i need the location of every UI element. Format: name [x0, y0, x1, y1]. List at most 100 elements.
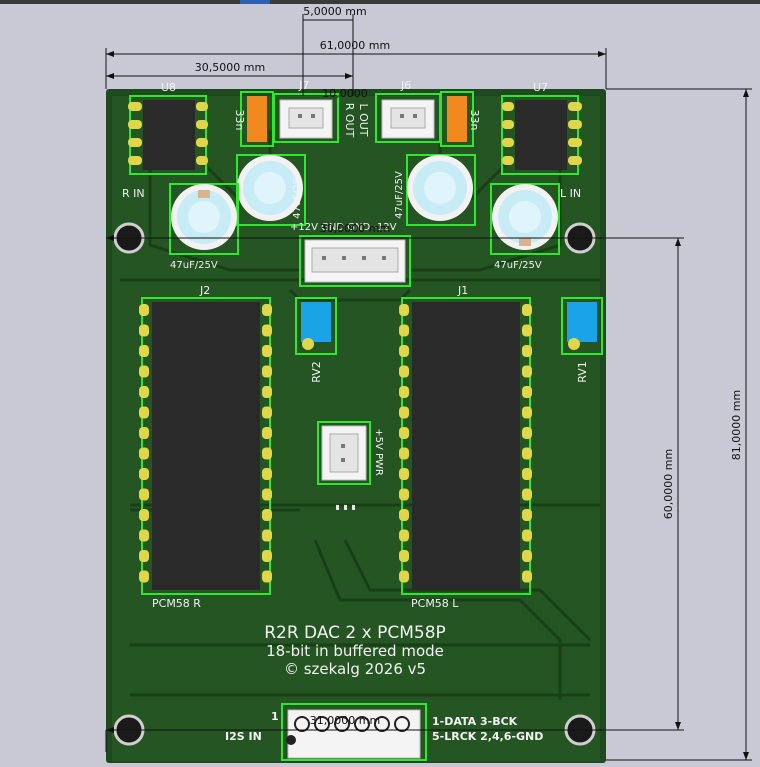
- label-l-in: L IN: [560, 187, 581, 200]
- board-subtitle: 18-bit in buffered mode: [266, 642, 444, 660]
- ic-pin: [522, 324, 532, 337]
- label-u7: U7: [533, 81, 548, 94]
- dimension-30mm: 30,0000 mm: [320, 222, 390, 235]
- ic-pin: [139, 345, 149, 357]
- ic-pin: [139, 570, 149, 583]
- dimension-5mm: 5,0000 mm: [303, 5, 366, 18]
- label-i2s-in: I2S IN: [225, 730, 262, 743]
- connector-i2s[interactable]: [281, 703, 427, 761]
- dimension-10mm: 10,0000: [322, 87, 368, 100]
- ic-pin: [262, 345, 272, 357]
- label-u8: U8: [161, 81, 176, 94]
- ic-j1-pcm58[interactable]: [399, 297, 532, 595]
- label-pin1: 1: [271, 710, 279, 723]
- dimension-60mm: 60,0000 mm: [662, 449, 675, 519]
- ic-pin: [262, 447, 272, 460]
- ic-pin: [139, 406, 149, 419]
- ic-pin: [399, 406, 409, 419]
- ic-pin: [399, 365, 409, 378]
- label-cap-a: 47uF/25V: [292, 171, 303, 219]
- ic-pin: [522, 468, 532, 480]
- connector-j6[interactable]: [375, 93, 441, 143]
- ic-pin: [399, 427, 409, 439]
- test-pads: [336, 505, 355, 510]
- ic-pin: [139, 447, 149, 460]
- ic-pin: [522, 427, 532, 439]
- ic-pin: [262, 427, 272, 439]
- label-pinout-2: 5-LRCK 2,4,6-GND: [432, 730, 543, 743]
- ic-pin: [262, 304, 272, 316]
- label-j7: J7: [298, 79, 309, 92]
- ic-pin: [399, 304, 409, 316]
- dimension-30-5mm: 30,5000 mm: [195, 61, 265, 74]
- ic-pin: [262, 386, 272, 398]
- pcb-render-canvas[interactable]: U8 U7 J7 J6 R IN L IN 33n 33n R OUT L OU…: [0, 0, 760, 763]
- label-j1: J1: [457, 284, 468, 297]
- ic-pin: [522, 345, 532, 357]
- ic-pin: [262, 324, 272, 337]
- dimension-61mm: 61,0000 mm: [320, 39, 390, 52]
- ic-pin: [262, 529, 272, 542]
- ic-pin: [139, 386, 149, 398]
- ic-pin: [139, 365, 149, 378]
- ic-pin: [262, 468, 272, 480]
- connector-j7[interactable]: [273, 93, 339, 143]
- ic-pin: [399, 529, 409, 542]
- ic-pin: [262, 365, 272, 378]
- pcb-3d-viewer[interactable]: U8 U7 J7 J6 R IN L IN 33n 33n R OUT L OU…: [0, 0, 760, 763]
- dimension-81mm: 81,0000 mm: [730, 390, 743, 460]
- ic-pin: [399, 345, 409, 357]
- ic-pin: [522, 447, 532, 460]
- ic-pin: [522, 509, 532, 521]
- board-copyright: © szekalg 2026 v5: [284, 660, 426, 678]
- label-rv1: RV1: [576, 361, 589, 383]
- ic-pin: [399, 488, 409, 501]
- ic-pin: [399, 570, 409, 583]
- ic-pin: [139, 304, 149, 316]
- label-cap-b: 47uF/25V: [394, 171, 405, 219]
- ic-pin: [262, 570, 272, 583]
- ic-pin: [262, 550, 272, 562]
- ic-pin: [139, 488, 149, 501]
- board-title: R2R DAC 2 x PCM58P: [264, 623, 446, 643]
- ic-pin: [522, 406, 532, 419]
- ic-pin: [399, 509, 409, 521]
- label-r-in: R IN: [122, 187, 145, 200]
- ic-pin: [139, 509, 149, 521]
- ic-pin: [262, 488, 272, 501]
- viewer-top-strip: [0, 0, 760, 4]
- ic-pin: [522, 365, 532, 378]
- ic-pin: [522, 304, 532, 316]
- ic-pin: [522, 529, 532, 542]
- ic-pin: [399, 324, 409, 337]
- label-l-out: L OUT: [357, 103, 370, 136]
- label-pcm58-l: PCM58 L: [411, 597, 459, 610]
- label-33n-left: 33n: [233, 110, 246, 131]
- ic-pin: [522, 386, 532, 398]
- label-cap-c: 47uF/25V: [170, 260, 218, 271]
- label-cap-d: 47uF/25V: [494, 260, 542, 271]
- ic-pin: [139, 550, 149, 562]
- ic-pin: [139, 324, 149, 337]
- ic-pin: [139, 427, 149, 439]
- ic-pin: [522, 488, 532, 501]
- ic-pin: [399, 386, 409, 398]
- ic-pin: [262, 509, 272, 521]
- label-pinout-1: 1-DATA 3-BCK: [432, 715, 518, 728]
- ic-pin: [139, 468, 149, 480]
- ic-j2-pcm58[interactable]: [139, 297, 272, 595]
- label-j2: J2: [199, 284, 210, 297]
- connector-5v-pwr[interactable]: [317, 421, 371, 485]
- ic-pin: [262, 406, 272, 419]
- ic-pin: [522, 570, 532, 583]
- ic-pin: [139, 529, 149, 542]
- ic-pin: [399, 468, 409, 480]
- label-j6: J6: [400, 79, 411, 92]
- label-rv2: RV2: [310, 361, 323, 383]
- dimension-31mm: 31,0000 mm: [310, 714, 380, 727]
- toolbar-indicator: [240, 0, 270, 4]
- label-33n-right: 33n: [468, 110, 481, 131]
- label-pcm58-r: PCM58 R: [152, 597, 201, 610]
- power-header[interactable]: [299, 235, 411, 287]
- ic-pin: [399, 550, 409, 562]
